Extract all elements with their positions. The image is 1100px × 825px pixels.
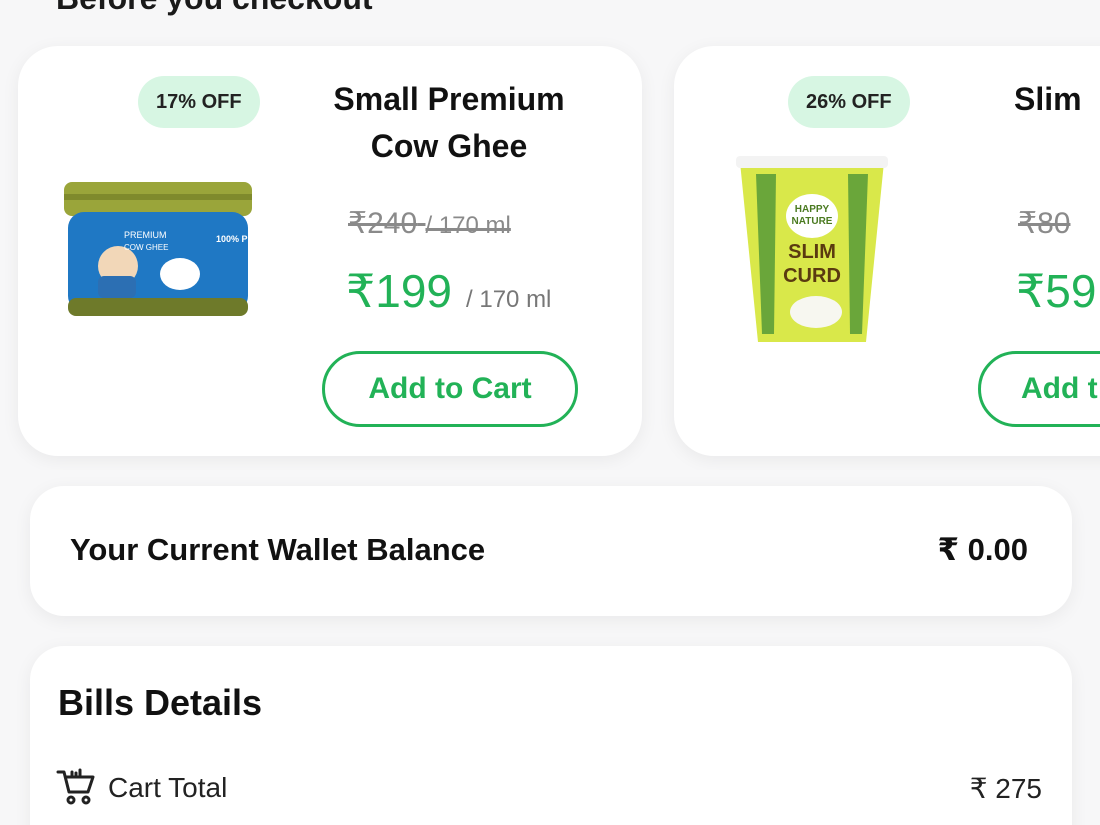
cup-label-text: SLIM [788,241,836,263]
discount-badge: 17% OFF [138,76,260,128]
section-heading: Before you checkout [56,0,373,17]
cup-label-text: CURD [783,265,841,287]
mrp-unit: / 170 ml [425,212,511,239]
mrp-value: ₹240 [348,207,418,240]
add-to-cart-button[interactable]: Add to Cart [322,351,578,427]
checkout-page: Before you checkout 17% OFF PREMIUM COW … [0,0,1100,825]
product-name-line: Slim [1014,81,1082,117]
wallet-balance-card: Your Current Wallet Balance ₹ 0.00 [30,486,1072,616]
selling-price: ₹199 / 170 ml [346,264,551,318]
bill-label: Cart Total [108,772,228,803]
wallet-balance-value: ₹ 0.00 [937,532,1028,567]
curd-cup-image: HAPPY NATURE SLIM CURD [736,154,888,350]
jar-label-text: COW GHEE [124,243,168,252]
bill-row-cart-total: Cart Total ₹ 275 [56,766,1044,810]
price-value: ₹59 [1016,265,1097,317]
bills-details-title: Bills Details [58,682,263,723]
bill-value: ₹ 275 [969,773,1042,804]
wallet-balance-label: Your Current Wallet Balance [70,532,486,567]
product-name[interactable]: Slim [1014,76,1100,123]
jar-badge-text: 100% PURE [216,234,258,244]
mrp-value: ₹80 [1018,207,1071,240]
add-to-cart-button[interactable]: Add t [978,351,1100,427]
price-value: ₹199 [346,265,453,317]
ghee-jar-image: PREMIUM COW GHEE 100% PURE [58,176,267,326]
bills-details-card: Bills Details Cart Total ₹ 275 [30,646,1072,825]
cup-brand-text: NATURE [792,216,833,227]
cart-icon [56,768,96,806]
jar-label-text: PREMIUM [124,230,167,240]
mrp-price: ₹240 / 170 ml [348,206,511,241]
product-name-line: Small Premium [333,81,565,117]
mrp-price: ₹80 [1018,206,1070,241]
product-card[interactable]: 26% OFF HAPPY NATURE SLIM CURD Slim ₹80 … [674,46,1100,456]
product-name-line: Cow Ghee [370,128,528,164]
product-name[interactable]: Small Premium Cow Ghee [308,76,590,170]
cup-brand-text: HAPPY [795,204,830,215]
product-card[interactable]: 17% OFF PREMIUM COW GHEE 100% PURE Small… [18,46,642,456]
selling-price: ₹59 [1016,264,1096,318]
product-carousel[interactable]: Before you checkout 17% OFF PREMIUM COW … [0,0,1100,470]
price-unit: / 170 ml [466,286,552,313]
discount-badge: 26% OFF [788,76,910,128]
